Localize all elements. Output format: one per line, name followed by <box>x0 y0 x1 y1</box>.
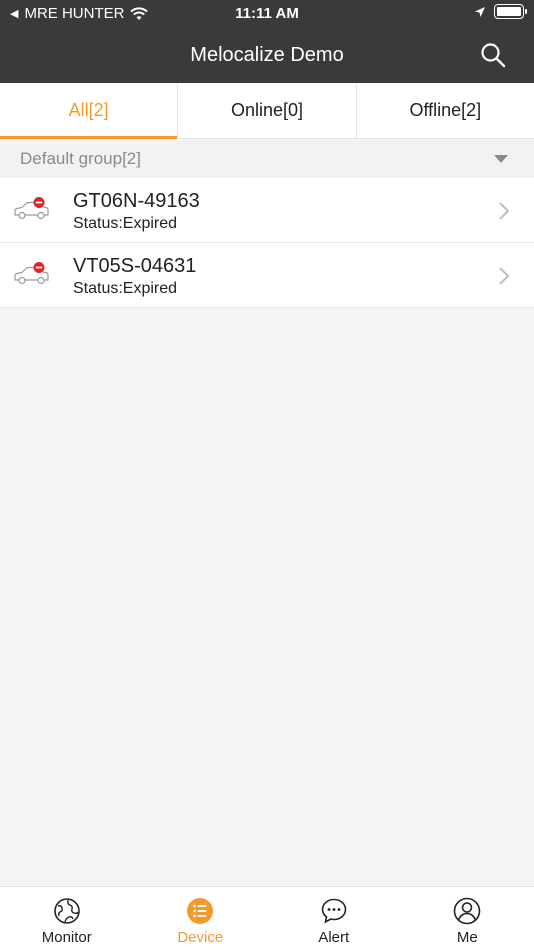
device-row[interactable]: VT05S-04631 Status:Expired <box>0 243 534 308</box>
list-icon <box>187 898 214 924</box>
device-list: GT06N-49163 Status:Expired VT05S-04631 S… <box>0 178 534 308</box>
page-title: Melocalize Demo <box>190 44 344 66</box>
nav-label: Device <box>177 929 224 946</box>
battery-fill <box>497 7 521 16</box>
device-status: Status:Expired <box>73 280 178 297</box>
person-icon <box>453 897 481 925</box>
nav-label: Alert <box>318 929 350 946</box>
car-expired-icon <box>14 262 49 285</box>
car-expired-icon <box>14 197 49 220</box>
device-name: VT05S-04631 <box>73 255 197 277</box>
nav-alert[interactable]: Alert <box>267 887 401 950</box>
nav-device[interactable]: Device <box>134 887 268 950</box>
device-row[interactable]: GT06N-49163 Status:Expired <box>0 178 534 243</box>
nav-label: Monitor <box>41 929 92 946</box>
nav-monitor[interactable]: Monitor <box>0 887 134 950</box>
status-time: 11:11 AM <box>235 5 299 22</box>
nav-me[interactable]: Me <box>401 887 534 950</box>
status-filter-tabs: All[2] Online[0] Offline[2] <box>0 83 534 139</box>
chevron-right-icon <box>499 202 510 220</box>
chat-bubble-icon <box>321 898 347 924</box>
search-icon[interactable] <box>480 42 506 68</box>
status-right <box>474 4 527 19</box>
app-header: ◀ MRE HUNTER 11:11 AM Melocalize Demo <box>0 0 534 83</box>
globe-icon <box>53 898 80 924</box>
device-group-header[interactable]: Default group[2] <box>0 140 534 178</box>
tab-online[interactable]: Online[0] <box>178 83 357 138</box>
battery-icon <box>494 4 527 19</box>
device-name: GT06N-49163 <box>73 190 200 212</box>
chevron-right-icon <box>499 267 510 285</box>
group-label: Default group[2] <box>20 149 141 168</box>
tab-offline[interactable]: Offline[2] <box>357 83 534 138</box>
location-arrow-icon <box>475 6 485 17</box>
bottom-tab-bar: Monitor Device Alert Me <box>0 886 534 950</box>
tab-all[interactable]: All[2] <box>0 83 179 139</box>
caret-down-icon <box>494 155 508 163</box>
device-status: Status:Expired <box>73 215 178 232</box>
status-bar: ◀ MRE HUNTER 11:11 AM <box>0 0 534 28</box>
nav-label: Me <box>456 929 478 946</box>
